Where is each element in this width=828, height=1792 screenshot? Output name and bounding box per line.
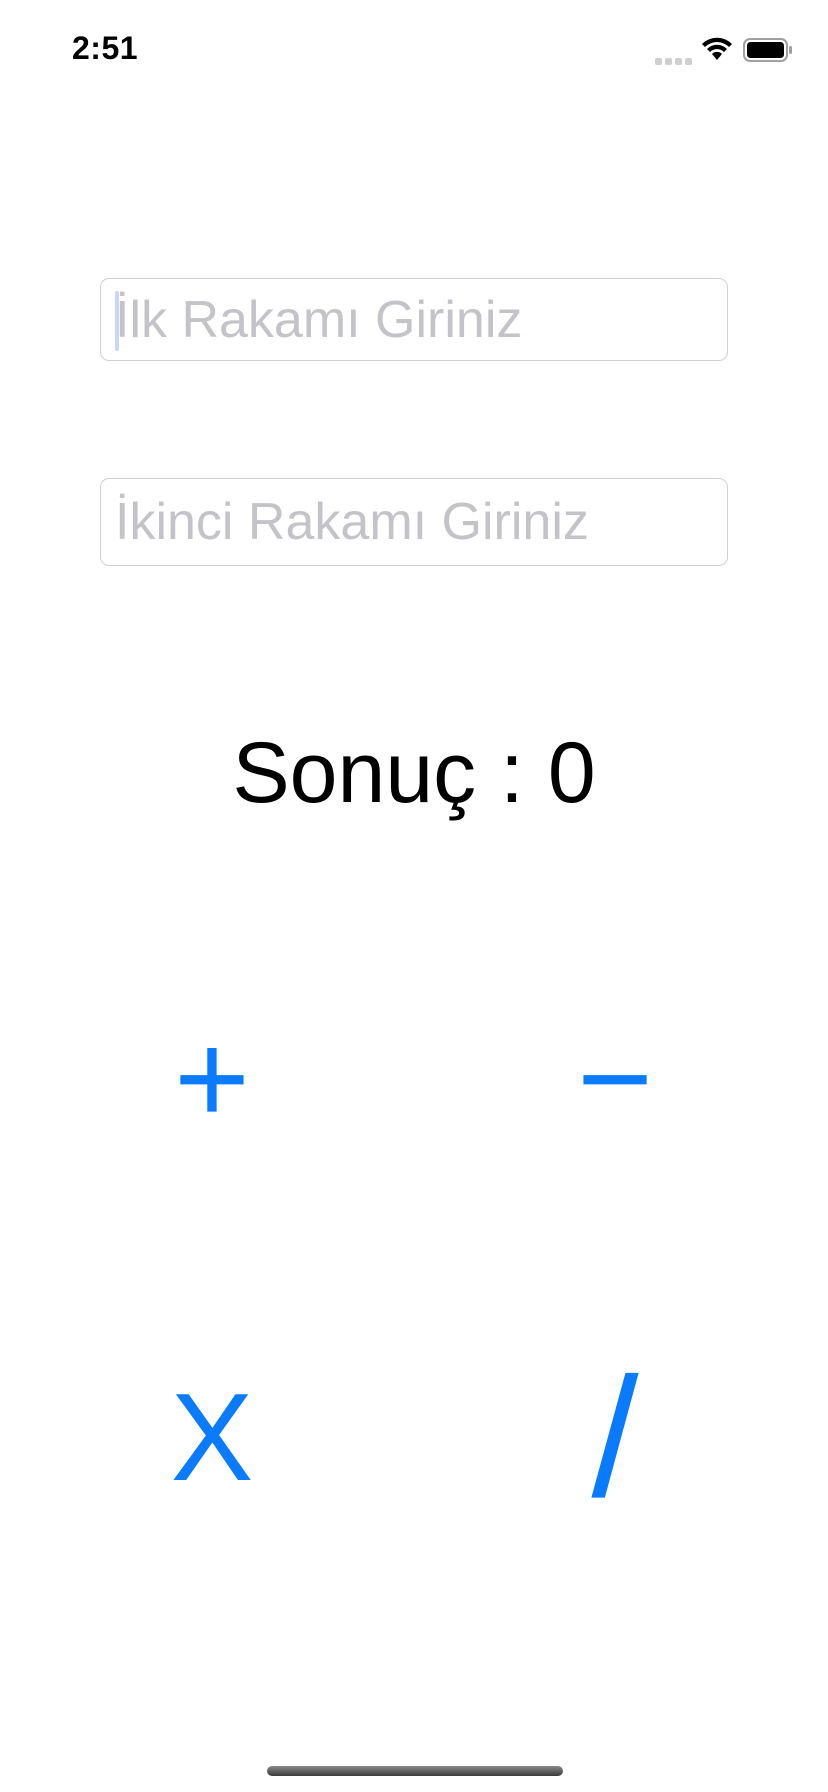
- first-number-input[interactable]: [115, 279, 715, 360]
- add-button-label: +: [174, 1005, 250, 1151]
- add-button[interactable]: +: [112, 978, 312, 1178]
- home-indicator[interactable]: [267, 1766, 563, 1776]
- status-bar: 2:51: [0, 0, 828, 100]
- cellular-signal-icon: [655, 52, 695, 65]
- first-number-field[interactable]: [100, 278, 728, 361]
- wifi-icon: [700, 36, 734, 62]
- multiply-button[interactable]: X: [112, 1338, 312, 1538]
- status-time: 2:51: [72, 30, 139, 66]
- subtract-button[interactable]: −: [515, 978, 715, 1178]
- second-number-input[interactable]: [115, 479, 715, 565]
- second-number-field[interactable]: [100, 478, 728, 566]
- subtract-button-label: −: [577, 1005, 653, 1151]
- multiply-button-label: X: [170, 1369, 254, 1507]
- divide-button[interactable]: /: [515, 1338, 715, 1538]
- divide-button-label: /: [591, 1343, 639, 1533]
- result-label: Sonuç : 0: [232, 725, 596, 821]
- battery-icon: [743, 38, 793, 62]
